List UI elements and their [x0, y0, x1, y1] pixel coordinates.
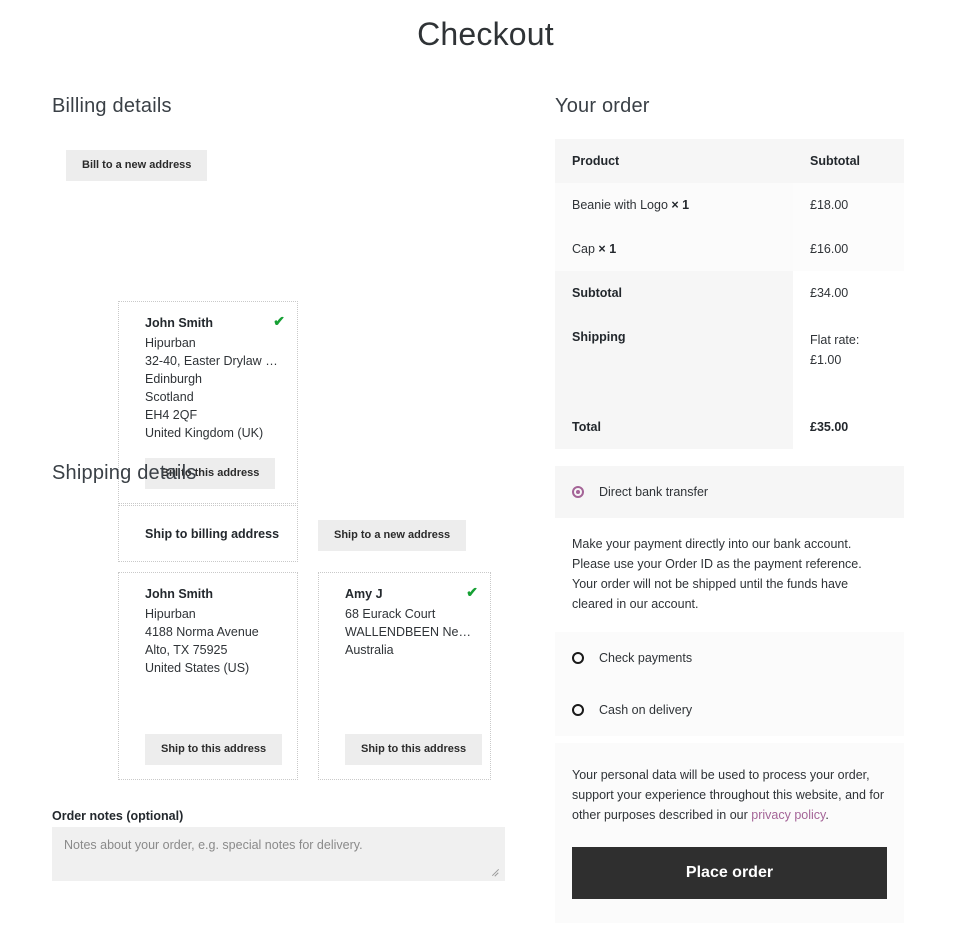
place-order-button[interactable]: Place order [572, 847, 887, 899]
subtotal-value: £34.00 [793, 271, 904, 315]
ship-to-new-address-button[interactable]: Ship to a new address [318, 520, 467, 551]
shipping-address-line: Hipurban [145, 607, 196, 621]
selected-check-icon: ✔ [273, 313, 285, 329]
shipping-address-line: 4188 Norma Avenue [145, 625, 259, 639]
shipping-details-heading: Shipping details [52, 462, 197, 484]
billing-address-line: Hipurban [145, 336, 196, 350]
table-header-row: Product Subtotal [555, 139, 904, 183]
order-notes-label: Order notes (optional) [52, 809, 184, 823]
order-item-price: £18.00 [793, 183, 904, 227]
billing-address-line: Edinburgh [145, 372, 202, 386]
ship-to-this-address-button[interactable]: Ship to this address [145, 734, 283, 765]
ship-to-billing-address-label: Ship to billing address [145, 526, 280, 541]
checkout-page: Checkout Billing details Bill to a new a… [0, 0, 971, 940]
order-item-name: Cap [572, 242, 595, 256]
billing-address-line: EH4 2QF [145, 408, 198, 422]
shipping-address-line: 68 Eurack Court [345, 607, 436, 621]
order-item-name: Beanie with Logo [572, 198, 668, 212]
table-row: Cap × 1 £16.00 [555, 227, 904, 271]
order-footer: Your personal data will be used to proce… [555, 743, 904, 923]
subtotal-label: Subtotal [555, 271, 793, 315]
payment-method-description: Make your payment directly into our bank… [555, 518, 904, 632]
billing-address-line: United Kingdom (UK) [145, 426, 264, 440]
order-item-price: £16.00 [793, 227, 904, 271]
order-summary-table: Product Subtotal Beanie with Logo × 1 £1… [555, 139, 904, 449]
payment-method-label: Direct bank transfer [599, 485, 709, 499]
shipping-label: Shipping [555, 315, 793, 405]
table-row: Beanie with Logo × 1 £18.00 [555, 183, 904, 227]
payment-method-label: Cash on delivery [599, 703, 693, 717]
shipping-address-name: Amy J [345, 587, 383, 601]
shipping-method-name: Flat rate: [810, 333, 860, 347]
radio-unselected-icon[interactable] [572, 652, 584, 664]
billing-address-name: John Smith [145, 316, 214, 330]
shipping-address-line: Alto, TX 75925 [145, 643, 228, 657]
shipping-address-card[interactable]: ✔ Amy J 68 Eurack Court WALLENDBEEN New … [318, 572, 491, 780]
shipping-address-name: John Smith [145, 587, 214, 601]
privacy-notice-text-after: . [825, 808, 829, 822]
radio-unselected-icon[interactable] [572, 704, 584, 716]
ship-to-billing-address-card[interactable]: Ship to billing address [118, 505, 298, 562]
privacy-notice-text-before: Your personal data will be used to proce… [572, 768, 884, 822]
privacy-policy-link[interactable]: privacy policy [751, 808, 825, 822]
total-label: Total [555, 405, 793, 449]
privacy-notice: Your personal data will be used to proce… [572, 765, 887, 825]
total-value: £35.00 [793, 405, 904, 449]
page-title: Checkout [417, 16, 554, 52]
table-row-subtotal: Subtotal £34.00 [555, 271, 904, 315]
order-item-name-cell: Cap × 1 [555, 227, 793, 271]
order-notes-input[interactable] [52, 827, 505, 881]
billing-address-line: Scotland [145, 390, 194, 404]
shipping-address-line: WALLENDBEEN New South W… [345, 625, 474, 639]
column-header-product: Product [555, 139, 793, 183]
radio-selected-icon[interactable] [572, 486, 584, 498]
shipping-address-line: United States (US) [145, 661, 250, 675]
shipping-value: Flat rate: £1.00 [793, 315, 904, 405]
order-item-quantity: × 1 [671, 198, 690, 212]
payment-method-direct-bank-transfer[interactable]: Direct bank transfer [555, 466, 904, 518]
payment-methods-box: Direct bank transfer Make your payment d… [555, 466, 904, 736]
payment-method-cash-on-delivery[interactable]: Cash on delivery [555, 684, 904, 736]
shipping-address-card[interactable]: John Smith Hipurban 4188 Norma Avenue Al… [118, 572, 298, 780]
shipping-method-price: £1.00 [810, 353, 842, 367]
column-header-subtotal: Subtotal [793, 139, 904, 183]
payment-method-check-payments[interactable]: Check payments [555, 632, 904, 684]
payment-method-label: Check payments [599, 651, 693, 665]
shipping-address-line: Australia [345, 643, 394, 657]
billing-details-heading: Billing details [52, 95, 172, 117]
selected-check-icon: ✔ [466, 584, 478, 600]
bill-to-new-address-button[interactable]: Bill to a new address [66, 150, 208, 181]
table-row-total: Total £35.00 [555, 405, 904, 449]
table-row-shipping: Shipping Flat rate: £1.00 [555, 315, 904, 405]
order-item-quantity: × 1 [598, 242, 617, 256]
ship-to-this-address-button[interactable]: Ship to this address [345, 734, 483, 765]
your-order-heading: Your order [555, 95, 650, 117]
billing-address-line: 32-40, Easter Drylaw Place [145, 354, 281, 368]
order-item-name-cell: Beanie with Logo × 1 [555, 183, 793, 227]
